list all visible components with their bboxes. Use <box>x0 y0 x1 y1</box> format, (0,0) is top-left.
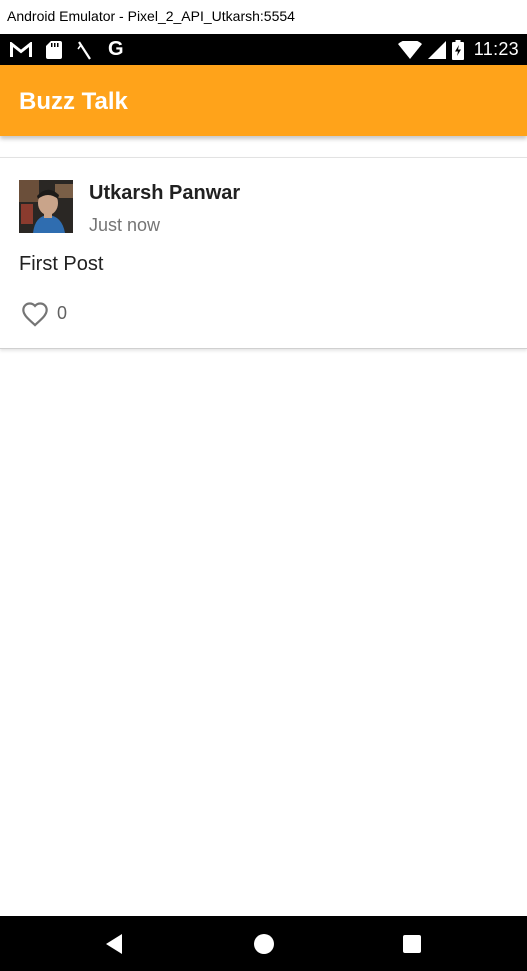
post-text: First Post <box>19 253 104 275</box>
gmail-icon <box>10 34 32 65</box>
post-timestamp: Just now <box>89 215 161 235</box>
status-time: 11:23 <box>473 39 519 59</box>
like-count: 0 <box>57 303 68 323</box>
sd-card-icon <box>46 34 62 65</box>
home-icon <box>254 933 274 954</box>
navigation-bar <box>0 916 527 971</box>
status-bar: G 11:23 <box>0 34 527 65</box>
no-signal-slash-icon <box>76 34 94 65</box>
back-icon <box>106 933 122 954</box>
like-button[interactable] <box>19 298 51 330</box>
status-notification-icons: G <box>10 34 138 65</box>
emulator-window-title: Android Emulator - Pixel_2_API_Utkarsh:5… <box>0 0 527 34</box>
app-bar: Buzz Talk <box>0 65 527 136</box>
cell-signal-icon <box>427 40 446 59</box>
status-system-icons: 11:23 <box>392 34 519 65</box>
recents-icon <box>403 934 421 953</box>
recents-button[interactable] <box>382 916 442 971</box>
post-card[interactable]: Utkarsh Panwar Just now First Post 0 <box>0 157 527 349</box>
home-button[interactable] <box>234 916 294 971</box>
google-icon: G <box>108 38 124 60</box>
app-title: Buzz Talk <box>19 88 128 115</box>
back-button[interactable] <box>84 916 144 971</box>
heart-outline-icon <box>22 302 48 327</box>
wifi-icon <box>397 40 422 59</box>
post-author-name: Utkarsh Panwar <box>89 182 241 204</box>
battery-charging-icon <box>451 39 464 60</box>
avatar[interactable] <box>19 180 73 233</box>
